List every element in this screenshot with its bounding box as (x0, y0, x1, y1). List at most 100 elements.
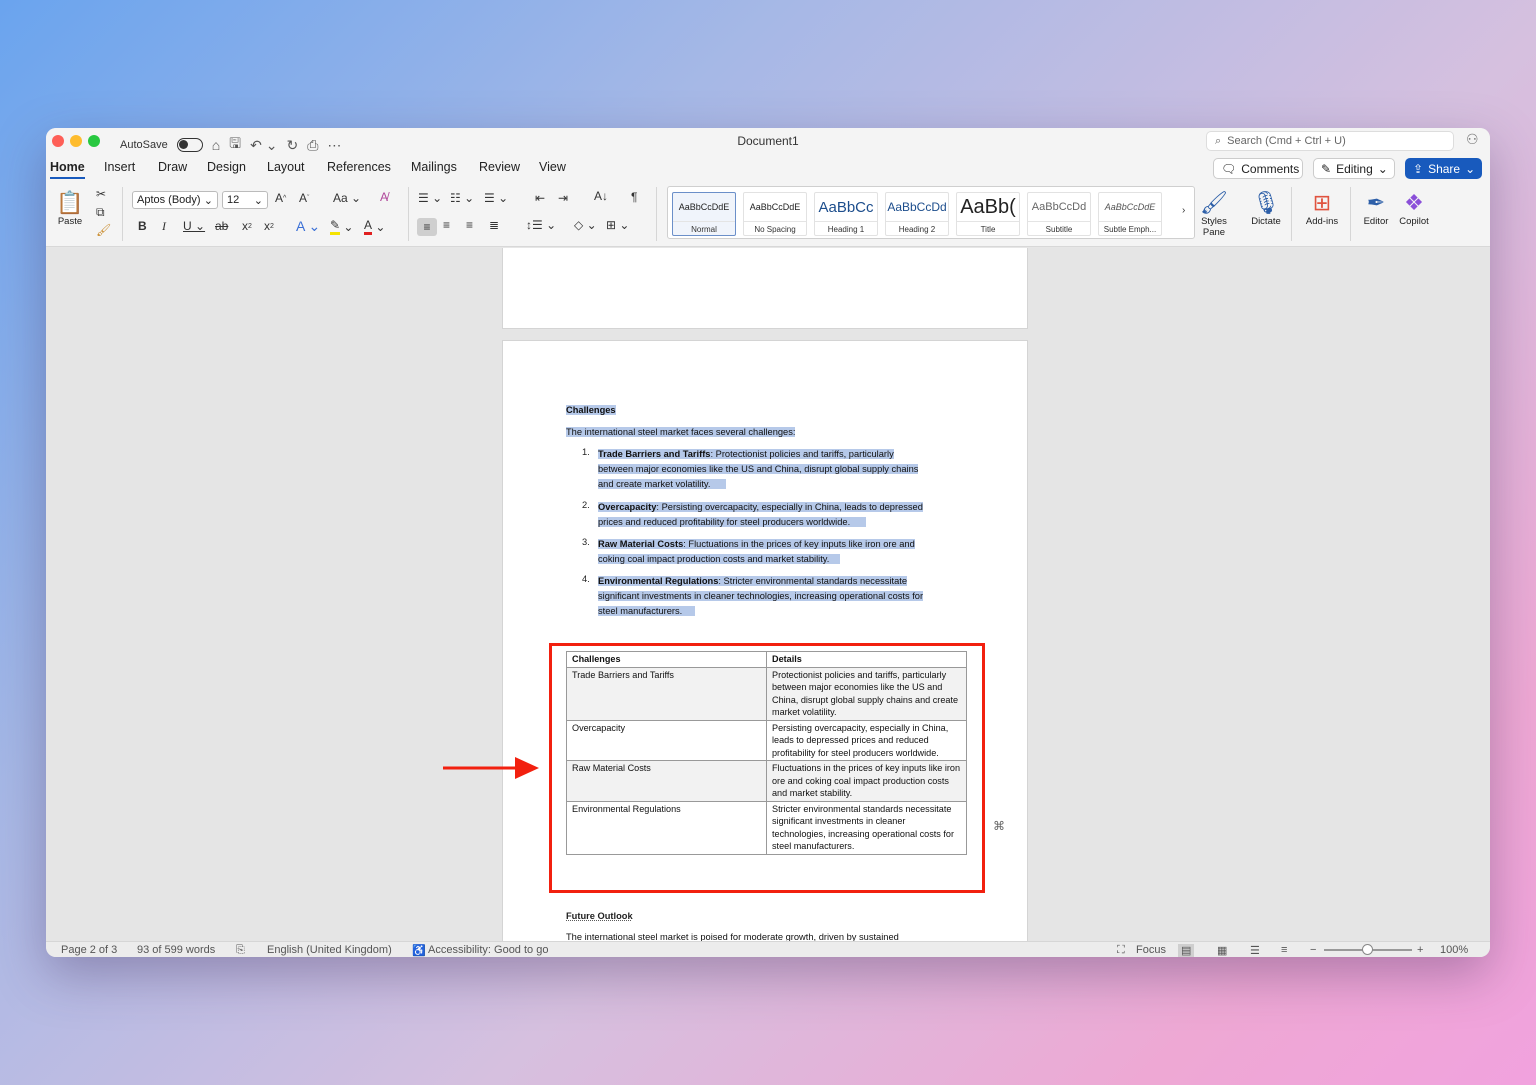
tab-review[interactable]: Review (479, 160, 520, 174)
font-color-icon[interactable]: A ⌄ (364, 218, 385, 235)
change-case-label: Aa (333, 191, 348, 205)
numbering-icon[interactable]: ☷ ⌄ (450, 191, 474, 205)
justify-icon[interactable]: ≣ (489, 218, 499, 232)
table-cell[interactable]: Persisting overcapacity, especially in C… (766, 719, 967, 761)
change-case-button[interactable]: Aa ⌄ (333, 191, 361, 205)
add-ins-button[interactable]: ⊞ Add-ins (1302, 189, 1342, 227)
copy-icon[interactable]: ⧉ (96, 205, 105, 220)
share-button[interactable]: ⇪ Share ⌄ (1405, 158, 1482, 179)
font-name-value: Aptos (Body) (137, 194, 201, 206)
comment-icon: 🗨 (1221, 161, 1237, 176)
format-painter-icon[interactable]: 🖌 (96, 223, 111, 237)
document-canvas[interactable]: Challenges The international steel marke… (46, 248, 1490, 941)
text-effects-icon[interactable]: A ⌄ (296, 218, 320, 235)
future-outlook-heading[interactable]: Future Outlook (566, 911, 633, 921)
style-no-spacing[interactable]: AaBbCcDdE No Spacing (743, 192, 807, 236)
grow-font-icon[interactable]: A ^ (275, 191, 286, 205)
style-preview: AaBbCcDdE (678, 202, 730, 212)
superscript-icon[interactable]: x2 (264, 219, 274, 233)
line-spacing-icon[interactable]: ↕☰ ⌄ (526, 218, 556, 232)
tab-home[interactable]: Home (50, 160, 85, 179)
bullets-icon[interactable]: ☰ ⌄ (418, 191, 442, 205)
table-cell[interactable]: Fluctuations in the prices of key inputs… (766, 760, 967, 802)
accessibility-status[interactable]: Accessibility: Good to go (428, 944, 548, 956)
font-size-select[interactable]: 12 ⌄ (222, 191, 268, 209)
dictate-button[interactable]: 🎙 Dictate (1246, 189, 1286, 227)
highlight-icon[interactable]: ✎ ⌄ (330, 218, 353, 235)
increase-indent-icon[interactable]: ⇥ (558, 191, 568, 205)
tab-view[interactable]: View (539, 160, 566, 174)
shrink-font-icon[interactable]: Aˇ (299, 191, 309, 205)
table-cell[interactable]: Trade Barriers and Tariffs (566, 666, 767, 721)
strikethrough-icon[interactable]: ab (215, 219, 228, 233)
language-status[interactable]: English (United Kingdom) (267, 944, 392, 956)
copilot-icon[interactable]: ⌘ (993, 819, 1005, 833)
table-header-cell[interactable]: Challenges (566, 651, 767, 668)
editing-mode-button[interactable]: ✎ Editing ⌄ (1313, 158, 1395, 179)
outline-view-icon[interactable]: ☰ (1250, 944, 1260, 957)
style-heading-1[interactable]: AaBbCc Heading 1 (814, 192, 878, 236)
style-subtle-emphasis[interactable]: AaBbCcDdE Subtle Emph... (1098, 192, 1162, 236)
italic-icon[interactable]: I (162, 219, 166, 234)
align-right-icon[interactable]: ≡ (466, 218, 473, 232)
table-cell[interactable]: Stricter environmental standards necessi… (766, 800, 967, 855)
zoom-in-icon[interactable]: + (1417, 944, 1423, 956)
decrease-indent-icon[interactable]: ⇤ (535, 191, 545, 205)
web-layout-icon[interactable]: ▦ (1217, 944, 1227, 957)
font-name-select[interactable]: Aptos (Body) ⌄ (132, 191, 218, 209)
table-cell[interactable]: Environmental Regulations (566, 800, 767, 855)
table-cell[interactable]: Overcapacity (566, 719, 767, 761)
word-count[interactable]: 93 of 599 words (137, 944, 215, 956)
print-layout-icon[interactable]: ▤ (1178, 944, 1195, 957)
zoom-level[interactable]: 100% (1440, 944, 1468, 956)
zoom-out-icon[interactable]: − (1310, 944, 1316, 956)
chevron-right-icon[interactable]: › (1182, 205, 1185, 216)
style-heading-2[interactable]: AaBbCcDd Heading 2 (885, 192, 949, 236)
share-people-icon[interactable]: ⚇ (1466, 131, 1479, 148)
borders-icon[interactable]: ⊞ ⌄ (606, 218, 629, 232)
tab-design[interactable]: Design (207, 160, 246, 174)
word-window: AutoSave ⌂ 🖫 ↶ ⌄ ↻ ⎙ ⋯ Document1 ⌕ Searc… (46, 128, 1490, 957)
shading-icon[interactable]: ◇ ⌄ (574, 218, 597, 232)
style-normal[interactable]: AaBbCcDdE Normal (672, 192, 736, 236)
search-icon: ⌕ (1215, 134, 1222, 147)
multilevel-list-icon[interactable]: ☰ ⌄ (484, 191, 508, 205)
table-cell[interactable]: Protectionist policies and tariffs, part… (766, 666, 967, 721)
style-subtitle[interactable]: AaBbCcDd Subtitle (1027, 192, 1091, 236)
page-count[interactable]: Page 2 of 3 (61, 944, 117, 956)
editor-button[interactable]: ✒ Editor (1360, 189, 1392, 227)
style-label: Normal (673, 221, 735, 234)
tab-draw[interactable]: Draw (158, 160, 187, 174)
style-title[interactable]: AaBb( Title (956, 192, 1020, 236)
zoom-slider-thumb[interactable] (1362, 944, 1373, 955)
table-header-cell[interactable]: Details (766, 651, 967, 668)
comments-button[interactable]: 🗨 Comments (1213, 158, 1303, 179)
paragraph-marks-icon[interactable]: ¶ (631, 190, 637, 204)
challenges-intro[interactable]: The international steel market faces sev… (566, 425, 796, 440)
subscript-icon[interactable]: x2 (242, 219, 252, 233)
microphone-icon: 🎙 (1252, 190, 1280, 215)
table-header-row: Challenges Details (566, 651, 967, 668)
future-outlook-text[interactable]: The international steel market is poised… (566, 932, 899, 941)
tab-mailings[interactable]: Mailings (411, 160, 457, 174)
challenges-table[interactable]: Challenges Details Trade Barriers and Ta… (566, 651, 967, 855)
clear-formatting-icon[interactable]: A̸ (380, 190, 388, 204)
tab-layout[interactable]: Layout (267, 160, 305, 174)
table-cell[interactable]: Raw Material Costs (566, 760, 767, 802)
underline-icon[interactable]: U ⌄ (183, 219, 205, 233)
bold-icon[interactable]: B (138, 219, 147, 233)
proofing-icon[interactable]: ⎘ (236, 944, 245, 957)
sort-icon[interactable]: A↓ (594, 189, 608, 203)
draft-view-icon[interactable]: ≡ (1281, 944, 1287, 956)
styles-pane-button[interactable]: 🖌 Styles Pane (1197, 189, 1231, 238)
tab-references[interactable]: References (327, 160, 391, 174)
paste-button[interactable]: 📋 Paste (54, 189, 86, 227)
align-left-icon[interactable]: ≡ (417, 218, 437, 236)
align-center-icon[interactable]: ≡ (443, 218, 450, 232)
cut-icon[interactable]: ✂ (96, 187, 106, 201)
challenges-heading[interactable]: Challenges (566, 403, 616, 418)
tab-insert[interactable]: Insert (104, 160, 135, 174)
search-input[interactable]: ⌕ Search (Cmd + Ctrl + U) (1206, 131, 1454, 151)
copilot-button[interactable]: ❖ Copilot (1396, 189, 1432, 227)
focus-button[interactable]: Focus (1136, 944, 1166, 956)
